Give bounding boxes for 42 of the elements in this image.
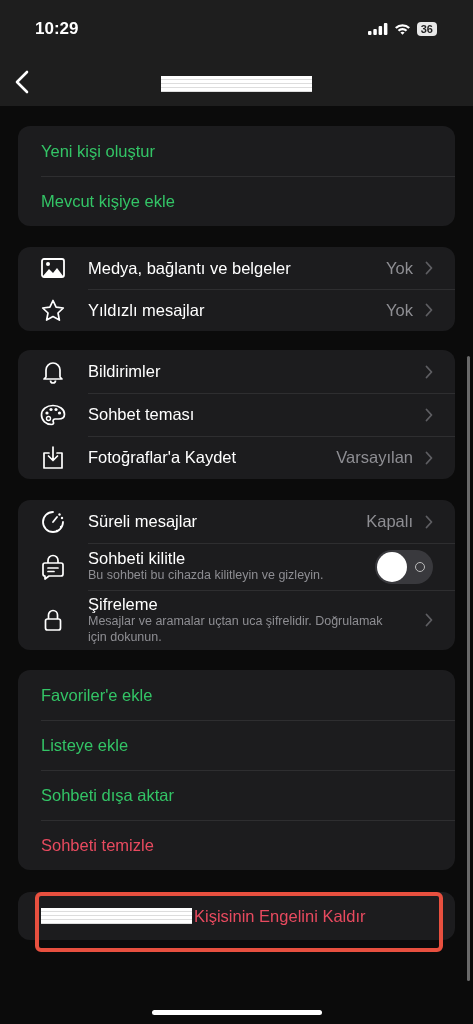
chevron-icon: [425, 303, 433, 317]
bell-icon: [42, 359, 64, 384]
action-link[interactable]: Kişisinin Engelini Kaldır: [194, 906, 366, 926]
back-icon[interactable]: [15, 70, 29, 94]
row-label[interactable]: Bildirimler: [88, 362, 425, 381]
image-icon: [41, 258, 65, 278]
chevron-icon: [425, 450, 433, 465]
wifi-icon: [393, 23, 411, 35]
chat-lock-icon: [42, 553, 64, 580]
row-label[interactable]: Şifreleme: [88, 594, 425, 614]
row-label[interactable]: Medya, bağlantı ve belgeler: [88, 258, 387, 278]
lock-icon: [44, 608, 62, 632]
action-link[interactable]: Favoriler'e ekle: [41, 685, 153, 705]
chevron-icon: [425, 514, 433, 529]
chevron-icon: [425, 613, 433, 627]
row-value: Yok: [386, 258, 413, 278]
action-link[interactable]: Sohbeti dışa aktar: [41, 785, 174, 805]
row-label[interactable]: Yıldızlı mesajlar: [88, 300, 387, 320]
action-link[interactable]: Sohbeti temizle: [41, 835, 154, 855]
row-label[interactable]: Fotoğraflar'a Kaydet: [88, 448, 337, 467]
row-value: Yok: [386, 300, 413, 320]
action-link[interactable]: Listeye ekle: [41, 735, 129, 755]
row-value: Varsayılan: [336, 448, 413, 467]
timer-icon: [40, 509, 66, 534]
chevron-icon: [425, 407, 433, 422]
chevron-icon: [425, 364, 433, 379]
row-description: Mesajlar ve aramalar uçtan uca şifrelidir. Doğrulamak için dokunun.: [88, 613, 384, 646]
toggle-switch[interactable]: [375, 549, 433, 584]
row-label[interactable]: Sohbeti kilitle: [88, 549, 375, 569]
action-link[interactable]: Mevcut kişiye ekle: [41, 191, 175, 211]
download-icon: [42, 445, 64, 470]
action-link[interactable]: Yeni kişi oluştur: [41, 141, 156, 161]
row-description: Bu sohbeti bu cihazda kilitleyin ve gizleyin.: [88, 568, 325, 584]
chevron-icon: [425, 261, 433, 275]
row-label[interactable]: Süreli mesajlar: [88, 512, 367, 531]
star-icon: [41, 298, 65, 322]
battery-level: 36: [416, 22, 437, 36]
row-value: Kapalı: [366, 512, 413, 531]
palette-icon: [40, 403, 66, 426]
signal-icon: [367, 23, 388, 35]
row-label[interactable]: Sohbet teması: [88, 405, 425, 424]
status-time: 10:29: [35, 19, 79, 39]
